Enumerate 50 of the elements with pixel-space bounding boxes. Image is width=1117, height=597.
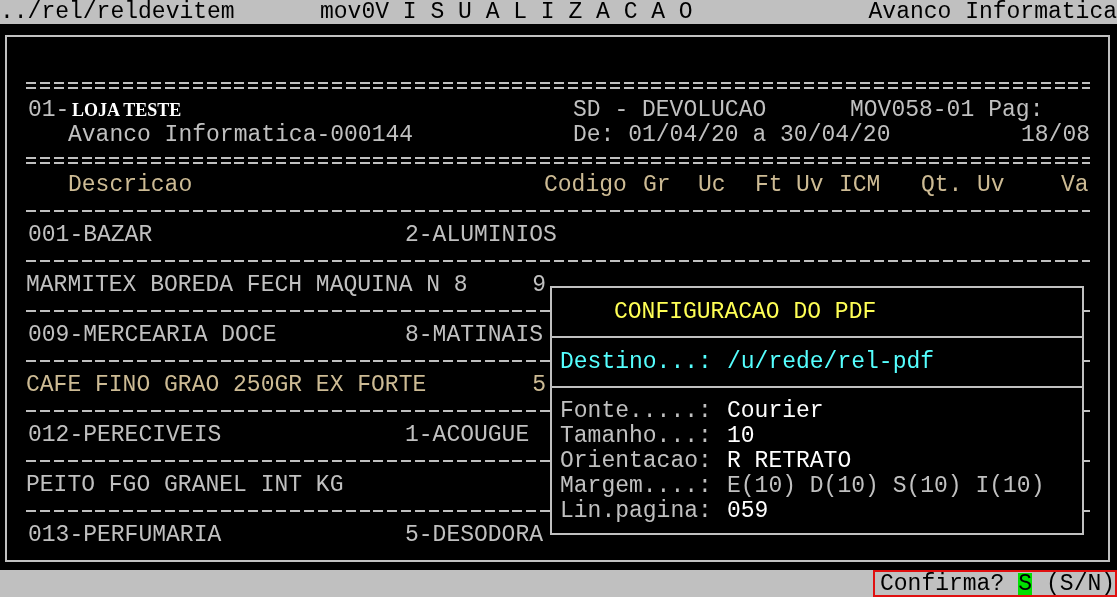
field-label: Fonte.....: (560, 399, 713, 424)
group-code: 012-PERECIVEIS (28, 423, 223, 448)
destination-path: /u/rede/rel-pdf (727, 349, 935, 375)
subgroup-name: 2-ALUMINIOS (405, 223, 557, 248)
dialog-title: CONFIGURACAO DO PDF (614, 299, 878, 325)
column-header: Descricao (68, 173, 194, 198)
answer-field[interactable]: S (1018, 572, 1033, 595)
subgroup-name: 5-DESODORA (405, 523, 544, 548)
company-code: Avanco Informatica-000144 (68, 123, 415, 148)
field-value: 10 (727, 424, 756, 449)
subgroup-name: 8-MATINAIS (405, 323, 544, 348)
file-path: ../rel/reldevitem (0, 0, 236, 24)
program-title: mov0V I S U A L I Z A C A O (320, 0, 693, 24)
destination-label: Destino...: (560, 349, 713, 375)
item-description: CAFE FINO GRAO 250GR EX FORTE (26, 373, 427, 398)
group-code: 001-BAZAR (28, 223, 154, 248)
store-code: 01- (27, 98, 71, 123)
page-label: Pag: (988, 98, 1044, 123)
company-name: Avanco Informatica (868, 0, 1117, 24)
column-header: Gr (643, 173, 672, 198)
field-value: E(10) D(10) S(10) I(10) (727, 474, 1046, 499)
field-label: Lin.pagina: (560, 499, 713, 524)
column-header: Ft (755, 173, 784, 198)
subgroup-name: 1-ACOUGUE (405, 423, 530, 448)
field-label: Margem....: (560, 474, 713, 499)
column-header: Va (1061, 173, 1090, 198)
field-value: Courier (727, 399, 825, 424)
column-header: Qt. (921, 173, 964, 198)
report-code: MOV058-01 (850, 98, 975, 123)
store-name: LOJA TESTE (72, 100, 183, 121)
field-value: 059 (727, 499, 770, 524)
prompt-label: Confirma? (880, 572, 1005, 595)
column-header: Uv (977, 173, 1006, 198)
item-description: MARMITEX BOREDA FECH MAQUINA N 8 (26, 273, 468, 298)
field-value: R RETRATO (727, 449, 853, 474)
item-code: 5 (532, 373, 546, 398)
field-label: Orientacao: (560, 449, 713, 474)
column-header: Uc (698, 173, 727, 198)
column-header: Uv (796, 173, 825, 198)
group-code: 009-MERCEARIA DOCE (28, 323, 278, 348)
column-header: Codigo (544, 173, 628, 198)
field-label: Tamanho...: (560, 424, 713, 449)
item-code: 9 (532, 273, 546, 298)
page-number: 18/08 (1021, 123, 1090, 148)
prompt-options: (S/N) (1046, 572, 1116, 595)
item-description: PEITO FGO GRANEL INT KG (26, 473, 344, 498)
group-code: 013-PERFUMARIA (28, 523, 223, 548)
report-type: SD - DEVOLUCAO (573, 98, 768, 123)
column-header: ICM (839, 173, 882, 198)
report-period: De: 01/04/20 a 30/04/20 (573, 123, 891, 148)
